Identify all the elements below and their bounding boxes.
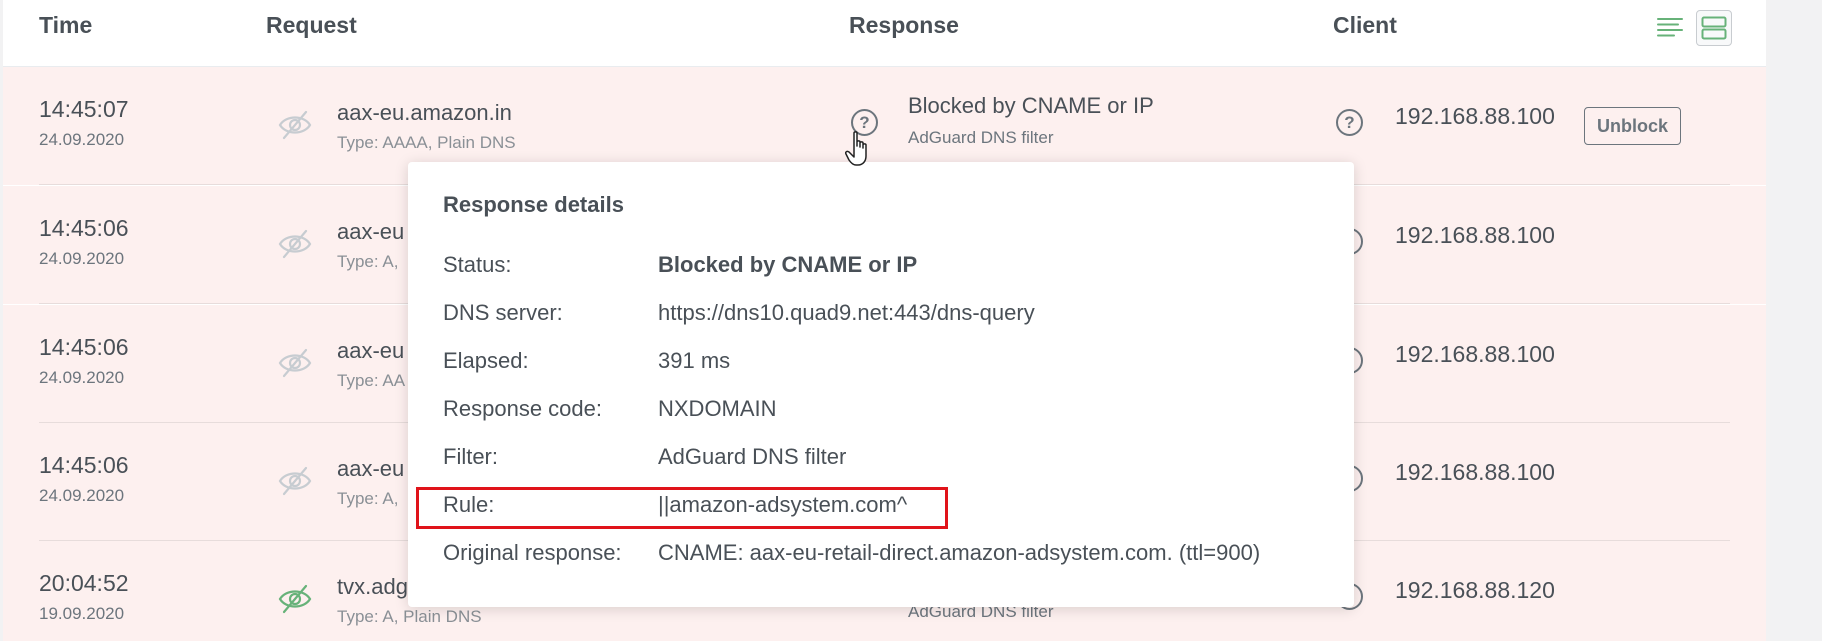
request-domain[interactable]: aax-eu [337, 219, 404, 245]
client-ip: 192.168.88.100 [1395, 222, 1555, 248]
request-domain[interactable]: aax-eu.amazon.in [337, 100, 512, 126]
filter-value: AdGuard DNS filter [658, 444, 847, 469]
crossed-eye-icon[interactable] [277, 107, 313, 143]
elapsed-value: 391 ms [658, 348, 731, 373]
crossed-eye-icon[interactable] [277, 581, 313, 617]
row-date: 19.09.2020 [39, 604, 125, 623]
request-domain[interactable]: tvx.adg [337, 574, 408, 600]
request-type: Type: AAAA, Plain DNS [337, 133, 516, 152]
dns-server-label: DNS server: [443, 300, 563, 325]
request-domain[interactable]: aax-eu [337, 338, 404, 364]
dns-server-value: https://dns10.quad9.net:443/dns-query [658, 300, 1035, 325]
row-time: 14:45:06 [39, 334, 129, 360]
unblock-button[interactable]: Unblock [1584, 107, 1681, 145]
response-filter: AdGuard DNS filter [908, 128, 1054, 147]
row-time: 14:45:06 [39, 452, 129, 478]
filter-label: Filter: [443, 444, 498, 469]
original-response-label: Original response: [443, 540, 622, 565]
column-header-time: Time [39, 12, 93, 38]
request-type: Type: A, [337, 489, 399, 508]
crossed-eye-icon[interactable] [277, 463, 313, 499]
request-domain[interactable]: aax-eu [337, 456, 404, 482]
client-ip: 192.168.88.100 [1395, 459, 1555, 485]
request-type: Type: AA [337, 371, 406, 390]
request-type: Type: A, Plain DNS [337, 607, 482, 626]
response-status: Blocked by CNAME or IP [908, 93, 1154, 118]
status-value: Blocked by CNAME or IP [658, 252, 918, 277]
response-code-value: NXDOMAIN [658, 396, 777, 421]
client-ip: 192.168.88.100 [1395, 341, 1555, 367]
detailed-view-icon[interactable] [1696, 10, 1732, 46]
client-ip: 192.168.88.120 [1395, 577, 1555, 603]
row-date: 24.09.2020 [39, 130, 125, 149]
rule-value: ||amazon-adsystem.com^ [658, 492, 908, 517]
original-response-value: CNAME: aax-eu-retail-direct.amazon-adsys… [658, 540, 1261, 565]
hand-cursor-icon [845, 131, 867, 166]
response-details-popup: Response details Status: Blocked by CNAM… [408, 162, 1354, 607]
row-date: 24.09.2020 [39, 368, 125, 387]
response-code-label: Response code: [443, 396, 602, 421]
row-time: 14:45:06 [39, 215, 129, 241]
row-date: 24.09.2020 [39, 249, 125, 268]
client-ip: 192.168.88.100 [1395, 103, 1555, 129]
popup-title: Response details [443, 192, 624, 217]
query-log-table: Time Request Response Client 14:45:07 24… [3, 0, 1766, 641]
request-type: Type: A, [337, 252, 399, 271]
row-date: 24.09.2020 [39, 486, 125, 505]
row-time: 14:45:07 [39, 96, 129, 122]
crossed-eye-icon[interactable] [277, 226, 313, 262]
column-header-client: Client [1333, 12, 1397, 38]
column-header-response: Response [849, 12, 959, 38]
row-time: 20:04:52 [39, 570, 129, 596]
rule-label: Rule: [443, 492, 495, 517]
status-label: Status: [443, 252, 512, 277]
crossed-eye-icon[interactable] [277, 345, 313, 381]
client-details-icon[interactable]: ? [1336, 109, 1363, 136]
column-header-request: Request [266, 12, 357, 38]
elapsed-label: Elapsed: [443, 348, 529, 373]
list-view-icon[interactable] [1652, 12, 1688, 42]
table-header: Time Request Response Client [3, 0, 1766, 67]
